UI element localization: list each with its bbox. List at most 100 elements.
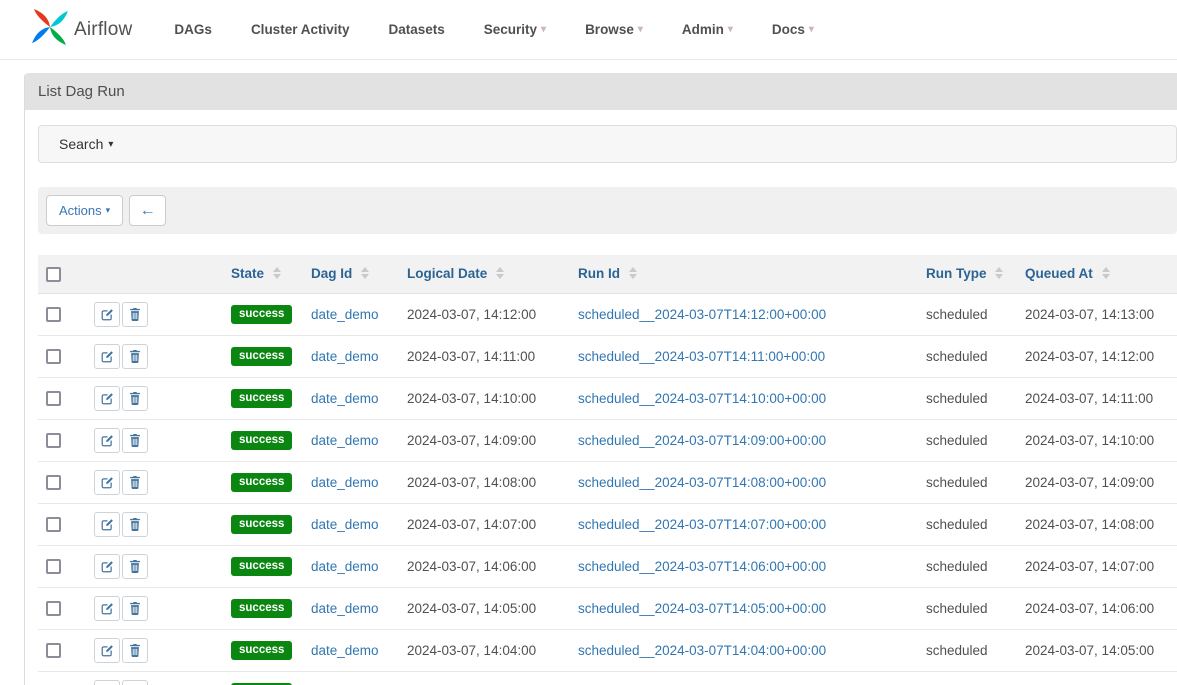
column-header-label: Run Type	[926, 266, 987, 281]
run-type-cell: scheduled	[918, 335, 1017, 377]
dag-id-link[interactable]: date_demo	[311, 433, 379, 448]
search-dropdown[interactable]: Search ▾	[38, 125, 1177, 163]
delete-button[interactable]	[122, 386, 148, 411]
back-button[interactable]: ←	[129, 195, 166, 226]
run-id-link[interactable]: scheduled__2024-03-07T14:07:00+00:00	[578, 517, 826, 532]
nav-item-cluster-activity[interactable]: Cluster Activity	[251, 22, 350, 37]
airflow-brand-link[interactable]: Airflow	[30, 7, 132, 52]
search-label: Search	[59, 136, 103, 152]
delete-button[interactable]	[122, 428, 148, 453]
column-header-run-id[interactable]: Run Id	[570, 255, 918, 293]
delete-button[interactable]	[122, 596, 148, 621]
dag-run-table: State Dag Id Logical Date Run Id Run Typ…	[38, 255, 1177, 685]
dag-id-link[interactable]: date_demo	[311, 643, 379, 658]
nav-item-label: Docs	[772, 22, 805, 37]
edit-icon	[101, 602, 114, 615]
sort-icon	[273, 267, 281, 279]
edit-button[interactable]	[94, 302, 120, 327]
trash-icon	[129, 476, 141, 489]
nav-item-admin[interactable]: Admin ▾	[682, 22, 733, 37]
edit-button[interactable]	[94, 344, 120, 369]
row-checkbox[interactable]	[46, 349, 61, 364]
delete-button[interactable]	[122, 554, 148, 579]
table-row: success date_demo 2024-03-07, 14:08:00 s…	[38, 461, 1177, 503]
run-id-link[interactable]: scheduled__2024-03-07T14:10:00+00:00	[578, 391, 826, 406]
row-actions	[94, 302, 148, 327]
run-id-link[interactable]: scheduled__2024-03-07T14:12:00+00:00	[578, 307, 826, 322]
row-actions	[94, 638, 148, 663]
row-checkbox[interactable]	[46, 307, 61, 322]
row-checkbox[interactable]	[46, 517, 61, 532]
column-header-dag-id[interactable]: Dag Id	[303, 255, 399, 293]
dag-id-link[interactable]: date_demo	[311, 349, 379, 364]
run-id-link[interactable]: scheduled__2024-03-07T14:04:00+00:00	[578, 643, 826, 658]
edit-button[interactable]	[94, 680, 120, 685]
nav-item-browse[interactable]: Browse ▾	[585, 22, 643, 37]
dag-id-link[interactable]: date_demo	[311, 517, 379, 532]
dag-id-link[interactable]: date_demo	[311, 559, 379, 574]
delete-button[interactable]	[122, 512, 148, 537]
logical-date-cell: 2024-03-07, 14:04:00	[399, 629, 570, 671]
chevron-down-icon: ▾	[728, 24, 733, 35]
row-checkbox[interactable]	[46, 643, 61, 658]
delete-button[interactable]	[122, 470, 148, 495]
column-header-label: State	[231, 266, 264, 281]
logical-date-cell: 2024-03-07, 14:07:00	[399, 503, 570, 545]
delete-button[interactable]	[122, 680, 148, 685]
nav-item-dags[interactable]: DAGs	[174, 22, 212, 37]
dag-id-link[interactable]: date_demo	[311, 475, 379, 490]
edit-button[interactable]	[94, 428, 120, 453]
status-badge: success	[231, 557, 292, 576]
dag-id-link[interactable]: date_demo	[311, 307, 379, 322]
run-type-cell: scheduled	[918, 419, 1017, 461]
column-header-logical-date[interactable]: Logical Date	[399, 255, 570, 293]
back-arrow-icon: ←	[140, 202, 156, 220]
table-row: success date_demo 2024-03-07, 14:11:00 s…	[38, 335, 1177, 377]
column-header-run-type[interactable]: Run Type	[918, 255, 1017, 293]
delete-button[interactable]	[122, 638, 148, 663]
edit-button[interactable]	[94, 470, 120, 495]
sort-icon	[1102, 267, 1110, 279]
edit-button[interactable]	[94, 596, 120, 621]
run-id-link[interactable]: scheduled__2024-03-07T14:09:00+00:00	[578, 433, 826, 448]
edit-icon	[101, 476, 114, 489]
row-checkbox[interactable]	[46, 433, 61, 448]
logical-date-cell: 2024-03-07, 14:08:00	[399, 461, 570, 503]
delete-button[interactable]	[122, 302, 148, 327]
actions-dropdown-button[interactable]: Actions ▾	[46, 195, 123, 226]
row-checkbox[interactable]	[46, 475, 61, 490]
row-checkbox[interactable]	[46, 559, 61, 574]
nav-items: DAGs Cluster Activity Datasets Security …	[174, 22, 814, 37]
column-header-state[interactable]: State	[223, 255, 303, 293]
run-id-link[interactable]: scheduled__2024-03-07T14:06:00+00:00	[578, 559, 826, 574]
nav-item-security[interactable]: Security ▾	[484, 22, 546, 37]
trash-icon	[129, 644, 141, 657]
edit-button[interactable]	[94, 512, 120, 537]
dag-id-link[interactable]: date_demo	[311, 601, 379, 616]
row-actions	[94, 428, 148, 453]
run-id-link[interactable]: scheduled__2024-03-07T14:05:00+00:00	[578, 601, 826, 616]
run-id-link[interactable]: scheduled__2024-03-07T14:08:00+00:00	[578, 475, 826, 490]
nav-item-datasets[interactable]: Datasets	[388, 22, 444, 37]
row-checkbox[interactable]	[46, 601, 61, 616]
edit-button[interactable]	[94, 554, 120, 579]
select-all-checkbox[interactable]	[46, 267, 61, 282]
delete-button[interactable]	[122, 344, 148, 369]
edit-icon	[101, 350, 114, 363]
status-badge: success	[231, 347, 292, 366]
status-badge: success	[231, 305, 292, 324]
nav-item-docs[interactable]: Docs ▾	[772, 22, 814, 37]
edit-button[interactable]	[94, 638, 120, 663]
run-type-cell: scheduled	[918, 545, 1017, 587]
status-badge: success	[231, 641, 292, 660]
run-id-link[interactable]: scheduled__2024-03-07T14:11:00+00:00	[578, 349, 825, 364]
nav-item-label: Admin	[682, 22, 724, 37]
column-header-queued-at[interactable]: Queued At	[1017, 255, 1177, 293]
chevron-down-icon: ▾	[638, 24, 643, 35]
status-badge: success	[231, 389, 292, 408]
chevron-down-icon: ▾	[541, 24, 546, 35]
edit-button[interactable]	[94, 386, 120, 411]
table-row: success date_demo 2024-03-07, 14:06:00 s…	[38, 545, 1177, 587]
row-checkbox[interactable]	[46, 391, 61, 406]
dag-id-link[interactable]: date_demo	[311, 391, 379, 406]
